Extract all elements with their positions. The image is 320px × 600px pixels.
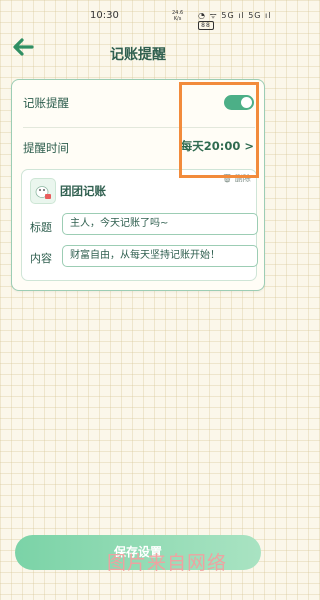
status-bar: 10:30 24.6 K/s ◔ ᯤ 5G ıl 5G ıl 88	[0, 0, 276, 32]
content-label: 内容	[30, 252, 52, 265]
signal-icons: ◔ ᯤ 5G ıl 5G ıl	[198, 11, 272, 20]
reminder-toggle-label: 记账提醒	[23, 96, 69, 110]
reminder-time-label: 提醒时间	[23, 141, 69, 155]
page-title: 记账提醒	[110, 47, 166, 63]
network-speed: 24.6 K/s	[172, 10, 183, 22]
battery-icon: 88	[198, 21, 214, 30]
highlight-box	[179, 82, 259, 178]
title-field[interactable]: 主人，今天记账了吗~	[62, 213, 258, 235]
title-label: 标题	[30, 221, 52, 234]
notification-preview: 团团记账 🗑 删除 标题 主人，今天记账了吗~ 内容 财富自由，从每天坚持记账开…	[21, 169, 258, 281]
app-logo-icon	[30, 178, 56, 204]
watermark: 图片来自网络	[107, 552, 228, 574]
status-icons: ◔ ᯤ 5G ıl 5G ıl 88	[198, 10, 276, 30]
content-field[interactable]: 财富自由，从每天坚持记账开始！	[62, 245, 258, 267]
app-name: 团团记账	[60, 184, 106, 198]
nav-bar: 记账提醒	[0, 32, 276, 68]
network-speed-unit: K/s	[173, 16, 182, 22]
status-time: 10:30	[90, 10, 119, 21]
